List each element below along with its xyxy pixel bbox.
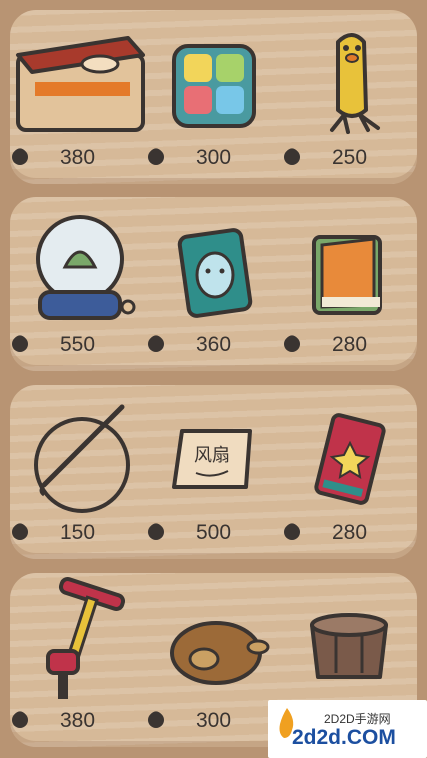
hoop-icon (34, 404, 130, 513)
item-roast-chicken[interactable]: 300 (146, 573, 281, 747)
acorn-icon (12, 335, 28, 352)
price-tag: 280 (282, 521, 417, 545)
acorn-icon (12, 148, 28, 165)
item-fan-sign[interactable]: 风扇 500 (146, 385, 281, 559)
watermark-small-text: 2D2D手游网 (324, 712, 391, 726)
item-bento-box[interactable]: 380 (10, 10, 145, 184)
price-tag: 550 (10, 333, 145, 357)
picture-book-icon (312, 235, 382, 315)
price-value: 300 (195, 709, 232, 732)
price-value: 280 (331, 333, 368, 356)
pogo-pump-icon (46, 577, 126, 699)
snow-globe-icon (36, 215, 136, 320)
acorn-icon (12, 523, 28, 540)
price-value: 250 (331, 146, 368, 169)
tile-game-icon (172, 44, 256, 128)
watermark: 2D2D手游网 2d2d.COM (268, 700, 427, 758)
price-tag: 300 (146, 146, 281, 170)
item-yellow-bird-figure[interactable]: 250 (282, 10, 417, 184)
price-tag: 280 (282, 333, 417, 357)
price-tag: 250 (282, 146, 417, 170)
item-playing-card[interactable]: 280 (282, 385, 417, 559)
item-knitting-hoop[interactable]: 150 (10, 385, 145, 559)
acorn-icon (148, 148, 164, 165)
item-snow-globe[interactable]: 550 (10, 197, 145, 371)
item-tile-game[interactable]: 300 (146, 10, 281, 184)
price-value: 380 (59, 146, 96, 169)
price-value: 150 (59, 521, 96, 544)
shelf-2: 550 360 280 (10, 197, 417, 371)
watermark-big-text: 2d2d.COM (292, 726, 396, 749)
acorn-icon (148, 335, 164, 352)
price-value: 280 (331, 521, 368, 544)
price-tag: 360 (146, 333, 281, 357)
acorn-icon (148, 523, 164, 540)
acorn-icon (284, 335, 300, 352)
shelf-1: 380 300 250 (10, 10, 417, 184)
item-face-mask-pack[interactable]: 360 (146, 197, 281, 371)
item-picture-book[interactable]: 280 (282, 197, 417, 371)
playing-card-icon (314, 413, 386, 505)
acorn-icon (12, 711, 28, 728)
yellow-bird-icon (330, 33, 380, 134)
sign-text: 风扇 (194, 445, 230, 466)
price-value: 500 (195, 521, 232, 544)
price-tag: 380 (10, 709, 145, 733)
wooden-drum-icon (310, 613, 388, 679)
roast-chicken-icon (170, 621, 270, 685)
face-mask-icon (177, 228, 253, 318)
price-value: 550 (59, 333, 96, 356)
shelf-3: 150 风扇 500 280 (10, 385, 417, 559)
price-tag: 150 (10, 521, 145, 545)
fan-sign-icon: 风扇 (172, 429, 252, 489)
price-tag: 500 (146, 521, 281, 545)
price-value: 300 (195, 146, 232, 169)
price-value: 380 (59, 709, 96, 732)
acorn-icon (148, 711, 164, 728)
price-value: 360 (195, 333, 232, 356)
price-tag: 300 (146, 709, 281, 733)
bento-box-icon (16, 36, 145, 132)
acorn-icon (284, 523, 300, 540)
acorn-icon (284, 148, 300, 165)
item-pogo-pump[interactable]: 380 (10, 573, 145, 747)
price-tag: 380 (10, 146, 145, 170)
